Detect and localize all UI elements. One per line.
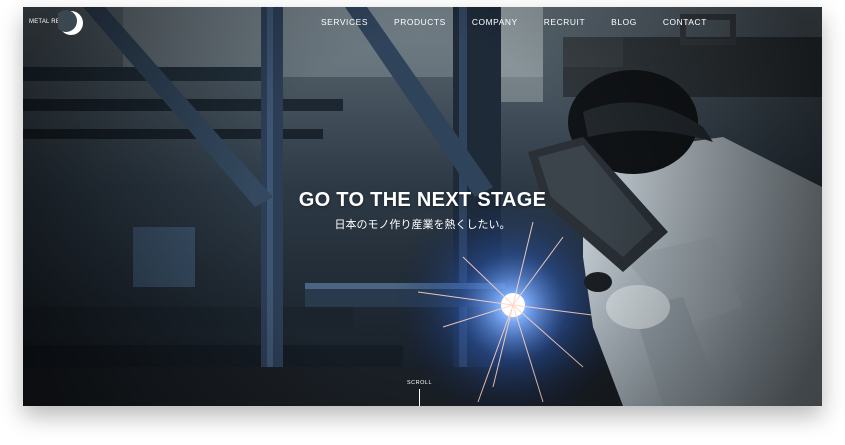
hero-title: GO TO THE NEXT STAGE bbox=[298, 189, 547, 211]
nav-item-recruit[interactable]: RECRUIT bbox=[544, 17, 585, 27]
nav-item-contact[interactable]: CONTACT bbox=[663, 17, 707, 27]
brand-logo[interactable]: METAL REVISION bbox=[29, 10, 99, 36]
top-navigation: METAL REVISION SERVICES PRODUCTS COMPANY… bbox=[23, 7, 822, 39]
scroll-indicator[interactable]: SCROLL bbox=[407, 380, 433, 406]
scroll-label: SCROLL bbox=[407, 380, 433, 386]
nav-item-services[interactable]: SERVICES bbox=[321, 17, 368, 27]
hero-subtitle: 日本のモノ作り産業を熱くしたい。 bbox=[334, 218, 511, 231]
main-menu: SERVICES PRODUCTS COMPANY RECRUIT BLOG C… bbox=[321, 17, 733, 27]
crescent-moon-icon bbox=[58, 10, 83, 35]
nav-item-blog[interactable]: BLOG bbox=[611, 17, 637, 27]
scroll-line bbox=[419, 389, 420, 406]
hero-frame: METAL REVISION SERVICES PRODUCTS COMPANY… bbox=[23, 7, 822, 406]
nav-item-company[interactable]: COMPANY bbox=[472, 17, 518, 27]
nav-item-products[interactable]: PRODUCTS bbox=[394, 17, 446, 27]
